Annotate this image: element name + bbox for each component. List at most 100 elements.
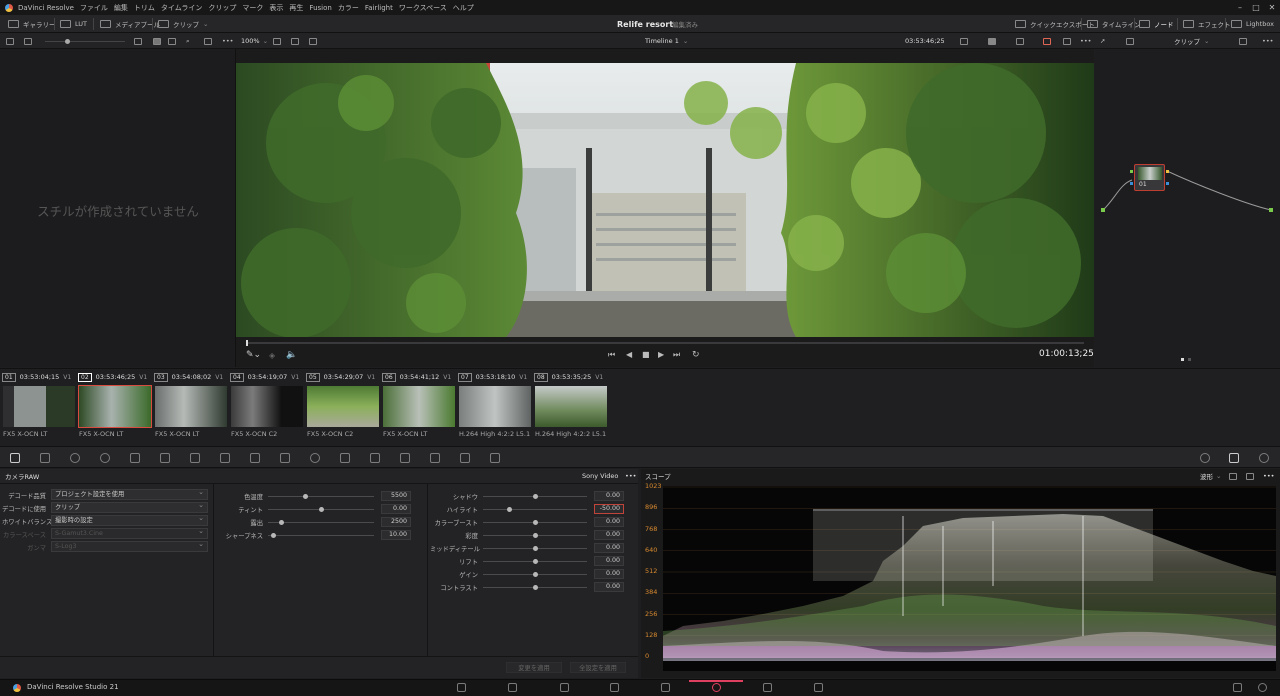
settings-gear-icon[interactable] xyxy=(1258,683,1267,692)
stop-icon[interactable]: ■ xyxy=(642,350,650,359)
motion-effects-icon[interactable] xyxy=(160,453,170,463)
more-options-icon[interactable]: ••• xyxy=(222,33,234,49)
info-icon[interactable] xyxy=(1259,453,1269,463)
viewer-mode-icon[interactable] xyxy=(273,33,281,49)
timeline-selector[interactable]: Timeline 1 ⌄ xyxy=(645,33,688,49)
node-tool-icon[interactable] xyxy=(1126,33,1134,49)
lut-button[interactable]: LUT xyxy=(60,15,87,33)
menu-file[interactable]: ファイル xyxy=(80,3,108,13)
menu-view[interactable]: 表示 xyxy=(269,3,283,13)
rgb-mixer-icon[interactable] xyxy=(130,453,140,463)
clip-thumbnail[interactable]: 04 03:54:19;07 V1 FX5 X-OCN C2 xyxy=(228,369,304,445)
color-node-01[interactable]: 01 xyxy=(1134,164,1165,191)
decode-quality-dropdown[interactable]: プロジェクト設定を使用 xyxy=(51,488,208,500)
viewer-more-icon[interactable]: ••• xyxy=(1080,33,1092,49)
slider-handle[interactable] xyxy=(303,494,309,499)
menu-edit[interactable]: 編集 xyxy=(114,3,128,13)
slider-handle[interactable] xyxy=(533,559,538,564)
deliver-page-icon[interactable] xyxy=(814,683,823,692)
color-wand-page-icon[interactable] xyxy=(661,683,670,692)
menu-workspace[interactable]: ワークスペース xyxy=(399,3,447,13)
color-page-icon[interactable] xyxy=(712,683,721,692)
slider-handle[interactable] xyxy=(533,494,538,499)
scopes-icon[interactable] xyxy=(1229,453,1239,463)
gamma-dropdown[interactable]: S-Log3 xyxy=(51,540,208,552)
keyframes-icon[interactable] xyxy=(1200,453,1210,463)
grid-view-icon[interactable] xyxy=(153,33,161,49)
panel-toggle-icon[interactable] xyxy=(6,33,14,49)
menu-clip[interactable]: クリップ xyxy=(208,3,236,13)
3d-icon[interactable] xyxy=(490,453,500,463)
qualifier-icon[interactable] xyxy=(250,453,260,463)
key-icon[interactable] xyxy=(430,453,440,463)
slider-value-field[interactable]: 0.00 xyxy=(594,491,624,501)
color-picker-icon[interactable]: ✎⌄ xyxy=(246,350,261,360)
expand-icon[interactable] xyxy=(204,33,212,49)
video-frame[interactable] xyxy=(236,63,1094,337)
slider-value-field[interactable]: 5500 xyxy=(381,491,411,501)
clip-thumbnail[interactable]: 08 03:53:35;25 V1 H.264 High 4:2:2 L5.1 xyxy=(532,369,608,445)
color-match-icon[interactable] xyxy=(40,453,50,463)
nodes-button[interactable]: ノード xyxy=(1139,15,1174,33)
slider-track[interactable] xyxy=(268,535,374,536)
clip-thumbnail[interactable]: 02 03:53:46;25 V1 FX5 X-OCN LT xyxy=(76,369,152,445)
slider-handle[interactable] xyxy=(319,507,324,512)
timeline-button[interactable]: タイムライン xyxy=(1087,15,1141,33)
slider-handle[interactable] xyxy=(533,572,538,577)
scope-more-icon[interactable]: ••• xyxy=(1263,469,1275,483)
edit-page-icon[interactable] xyxy=(560,683,569,692)
node-options-icon[interactable] xyxy=(1239,33,1247,49)
tracker-icon[interactable] xyxy=(340,453,350,463)
clip-thumbnail[interactable]: 07 03:53:18;10 V1 H.264 High 4:2:2 L5.1 xyxy=(456,369,532,445)
menu-playback[interactable]: 再生 xyxy=(289,3,303,13)
menu-fusion[interactable]: Fusion xyxy=(309,4,331,12)
apply-all-button[interactable]: 全設定を適用 xyxy=(570,662,626,673)
slider-handle[interactable] xyxy=(533,520,538,525)
cinema-mode-icon[interactable] xyxy=(988,33,996,49)
scope-settings-icon[interactable] xyxy=(1229,469,1237,483)
slider-value-field[interactable]: 10.00 xyxy=(381,530,411,540)
scope-expand-icon[interactable] xyxy=(1246,469,1254,483)
slider-value-field[interactable]: 0.00 xyxy=(594,530,624,540)
scope-mode-selector[interactable]: 波形 ⌄ xyxy=(1200,469,1221,483)
slider-handle[interactable] xyxy=(271,533,277,538)
media-page-icon[interactable] xyxy=(457,683,466,692)
clip-thumbnail[interactable]: 06 03:54:41;12 V1 FX5 X-OCN LT xyxy=(380,369,456,445)
search-icon[interactable]: ⌕ xyxy=(186,33,190,49)
menu-mark[interactable]: マーク xyxy=(242,3,263,13)
zoom-level[interactable]: 100% ⌄ xyxy=(241,33,268,49)
sizing-icon[interactable] xyxy=(460,453,470,463)
slider-track[interactable] xyxy=(268,522,374,523)
slider-value-field[interactable]: 0.00 xyxy=(594,543,624,553)
fairlight-page-icon[interactable] xyxy=(763,683,772,692)
menu-trim[interactable]: トリム xyxy=(134,3,155,13)
layer-icon[interactable]: ◈ xyxy=(269,351,275,360)
maximize-button[interactable]: □ xyxy=(1248,0,1264,15)
effects-button[interactable]: エフェクト xyxy=(1183,15,1231,33)
wipe-icon[interactable] xyxy=(291,33,299,49)
slider-handle[interactable] xyxy=(533,546,538,551)
quick-export-button[interactable]: クイックエクスポート xyxy=(1015,15,1095,33)
color-wheels-icon[interactable] xyxy=(70,453,80,463)
home-icon[interactable] xyxy=(1233,683,1242,692)
viewer-size-icon[interactable] xyxy=(960,33,968,49)
node-more-icon[interactable]: ••• xyxy=(1262,33,1274,49)
slider-value-field[interactable]: 0.00 xyxy=(594,569,624,579)
menu-fairlight[interactable]: Fairlight xyxy=(365,4,393,12)
slider-handle[interactable] xyxy=(533,533,538,538)
go-to-start-icon[interactable]: ⏮ xyxy=(608,350,615,360)
window-icon[interactable] xyxy=(310,453,320,463)
loop-icon[interactable]: ↻ xyxy=(692,350,700,360)
tools-icon[interactable] xyxy=(1016,33,1024,49)
clip-thumbnail[interactable]: 05 03:54:29;07 V1 FX5 X-OCN C2 xyxy=(304,369,380,445)
curves-icon[interactable] xyxy=(190,453,200,463)
decode-using-dropdown[interactable]: クリップ xyxy=(51,501,208,513)
color-warper-icon[interactable] xyxy=(220,453,230,463)
slider-value-field[interactable]: 0.00 xyxy=(381,504,411,514)
highlight-icon[interactable] xyxy=(1043,33,1051,49)
menu-timeline[interactable]: タイムライン xyxy=(161,3,203,13)
lightbox-button[interactable]: Lightbox xyxy=(1231,15,1274,33)
fusion-page-icon[interactable] xyxy=(610,683,619,692)
slider-value-field[interactable]: -50.00 xyxy=(594,504,624,514)
blur-icon[interactable] xyxy=(400,453,410,463)
